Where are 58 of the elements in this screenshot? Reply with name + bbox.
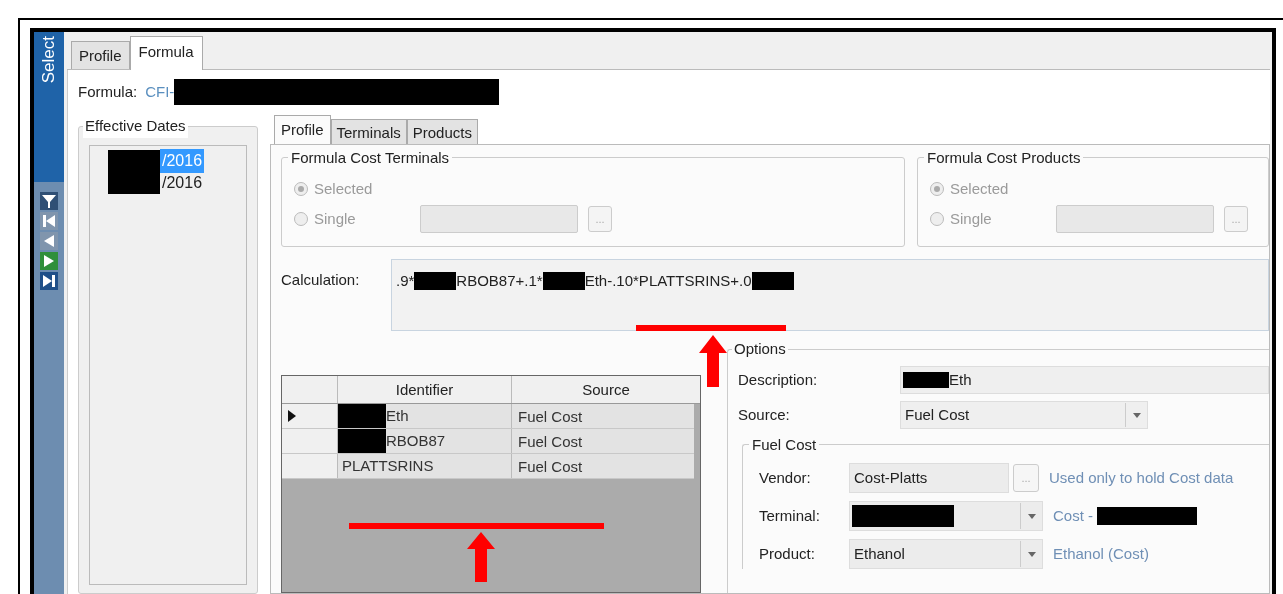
calculation-text: Eth-.10*PLATTSRINS+.0 <box>584 271 752 291</box>
row-header[interactable] <box>282 404 338 428</box>
caret-icon <box>1132 412 1141 418</box>
radio-button[interactable] <box>294 182 308 196</box>
table-cell-text: Fuel Cost <box>517 457 584 477</box>
calculation-text: .9* <box>396 271 415 291</box>
radio-button[interactable] <box>294 212 308 226</box>
current-row-icon <box>288 410 296 422</box>
redaction-bar <box>751 272 794 291</box>
date-item[interactable]: /2016 <box>160 171 205 195</box>
tab[interactable]: Products <box>406 119 478 144</box>
field-label: Product: <box>759 543 816 564</box>
formula-value: CFI- <box>145 81 175 102</box>
text-field[interactable]: Eth <box>900 366 1269 394</box>
table-cell-text: Fuel Cost <box>517 432 584 452</box>
field-label: Formula: <box>78 81 138 102</box>
column-header: Source <box>581 380 631 400</box>
field-label: Terminal: <box>759 505 821 526</box>
radio-label: Selected <box>950 178 1010 199</box>
tab[interactable]: Profile <box>274 115 331 145</box>
dropdown[interactable]: Ethanol <box>849 539 1043 569</box>
next-icon[interactable] <box>40 252 58 270</box>
dropdown[interactable]: Fuel Cost <box>900 401 1148 429</box>
radio-button[interactable] <box>930 212 944 226</box>
field-label: Vendor: <box>759 467 812 488</box>
radio-button[interactable] <box>930 182 944 196</box>
previous-icon[interactable] <box>40 232 58 250</box>
field-note: Ethanol (Cost) <box>1053 543 1149 564</box>
calculation-text: RBOB87+.1* <box>456 271 543 291</box>
field-note: Cost - <box>1053 505 1094 526</box>
text-field[interactable]: Cost-Platts <box>849 463 1009 493</box>
caret-icon <box>1027 551 1036 557</box>
tab[interactable]: Profile <box>71 41 130 69</box>
field-label: Description: <box>738 369 819 390</box>
field-label: Source: <box>738 404 791 425</box>
date-list[interactable]: /2016 /2016 <box>89 145 247 585</box>
tab[interactable]: Formula <box>129 36 203 70</box>
radio-label: Selected <box>314 178 374 199</box>
last-icon[interactable] <box>40 272 58 290</box>
filter-icon[interactable] <box>40 192 58 210</box>
tab[interactable]: Terminals <box>330 119 407 144</box>
calculation-field[interactable]: .9* RBOB87+.1* Eth-.10*PLATTSRINS+.0 <box>391 259 1269 331</box>
table-cell-text: PLATTSRINS <box>341 455 434 476</box>
field-value: Eth <box>949 369 972 390</box>
dropdown[interactable] <box>849 501 1043 531</box>
redaction-bar <box>414 272 457 291</box>
text-field[interactable] <box>420 205 578 233</box>
table-cell-text: Eth <box>386 405 409 426</box>
radio-label: Single <box>314 208 357 229</box>
radio-label: Single <box>950 208 993 229</box>
table-cell-text: RBOB87 <box>386 430 446 451</box>
column-header: Identifier <box>338 376 512 403</box>
field-note: Used only to hold Cost data <box>1049 467 1234 488</box>
caret-icon <box>1027 513 1036 519</box>
table-cell-text: Fuel Cost <box>517 407 584 427</box>
field-label: Calculation: <box>281 270 361 290</box>
redaction-bar <box>542 272 585 291</box>
text-field[interactable] <box>1056 205 1214 233</box>
